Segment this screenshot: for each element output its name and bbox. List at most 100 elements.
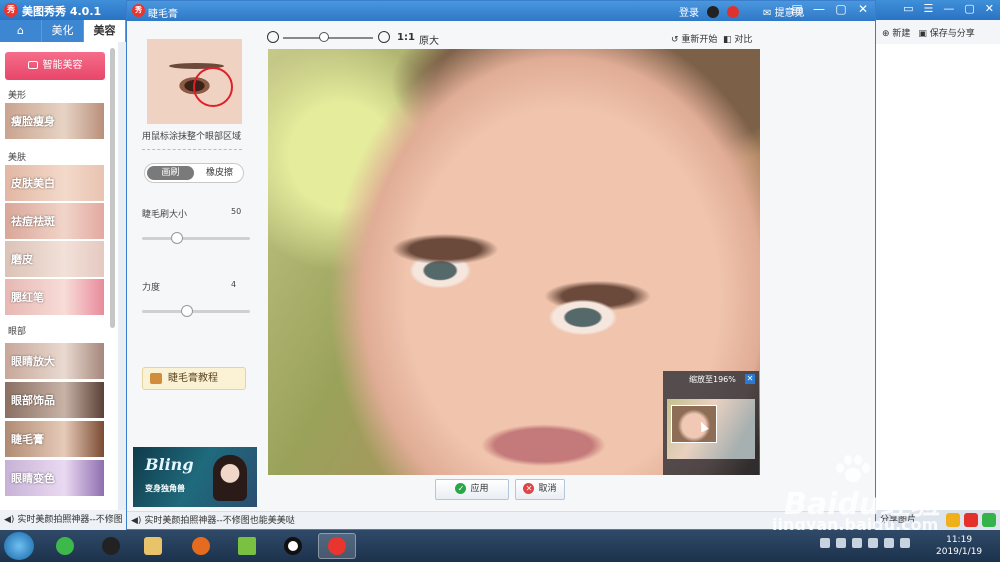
dialog-status-text[interactable]: 实时美颜拍照神器--不修图也能美美哒 xyxy=(144,516,295,526)
cancel-label: 取消 xyxy=(538,484,557,494)
feature-eye-accessory[interactable]: 眼部饰品 xyxy=(5,382,104,419)
eraser-mode-button[interactable]: 橡皮擦 xyxy=(196,164,243,182)
compare-label: 对比 xyxy=(734,35,753,45)
cancel-x-icon: ✕ xyxy=(523,483,535,494)
right-panel xyxy=(876,44,1000,510)
tutorial-label: 睫毛膏教程 xyxy=(168,373,218,384)
tray-volume-icon[interactable] xyxy=(900,538,910,548)
brush-size-label: 睫毛刷大小 xyxy=(142,210,188,220)
tray-network-icon[interactable] xyxy=(884,538,894,548)
weibo-login-icon[interactable] xyxy=(727,5,739,18)
tab-beauty[interactable]: 美容 xyxy=(84,20,126,42)
taskbar-360-icon[interactable] xyxy=(46,533,84,559)
actual-size-button[interactable]: 1:1 xyxy=(397,32,415,43)
apply-label: 应用 xyxy=(470,484,489,494)
cancel-button[interactable]: ✕ 取消 xyxy=(515,479,565,500)
baidu-watermark: Baidu经验 jingyan.baidu.com xyxy=(766,455,996,535)
apply-button[interactable]: ✓ 应用 xyxy=(435,479,509,500)
tab-home[interactable]: ⌂ xyxy=(0,20,42,42)
feature-eye-color[interactable]: 眼睛变色 xyxy=(5,460,104,497)
taskbar-explorer-icon[interactable] xyxy=(134,533,172,559)
compare-button[interactable]: ◧ 对比 xyxy=(723,32,752,45)
dialog-maximize-icon[interactable]: ▢ xyxy=(833,2,849,16)
ad-subtitle: 变身独角兽 xyxy=(145,484,185,493)
taskbar-meitu-icon[interactable] xyxy=(318,533,356,559)
smart-beauty-button[interactable]: 智能美容 xyxy=(5,52,105,80)
instruction-text: 用鼠标涂抹整个眼部区域 xyxy=(142,132,242,142)
brush-size-slider[interactable] xyxy=(142,232,250,244)
tutorial-box-icon xyxy=(150,373,162,384)
check-icon: ✓ xyxy=(455,483,467,494)
feature-slim-face[interactable]: 瘦脸瘦身 xyxy=(5,103,104,140)
restart-label: 重新开始 xyxy=(681,35,718,45)
clock-date: 2019/1/19 xyxy=(936,547,983,557)
eye-example-image xyxy=(147,39,242,124)
home-icon: ⌂ xyxy=(17,24,24,37)
feature-eye-enlarge[interactable]: 眼睛放大 xyxy=(5,343,104,380)
dialog-menu-icon[interactable]: ▤ xyxy=(789,2,805,16)
tray-flag-icon[interactable] xyxy=(852,538,862,548)
dialog-window-controls: ▤ — ▢ ✕ xyxy=(789,2,871,16)
zoom-in-icon[interactable] xyxy=(378,31,390,43)
divider xyxy=(142,149,242,150)
brush-mode-button[interactable]: 画刷 xyxy=(147,166,194,180)
canvas-toolbar: 1:1 原大 ↺ 重新开始 ◧ 对比 xyxy=(263,29,759,49)
brush-size-knob[interactable] xyxy=(171,232,184,244)
feature-blush[interactable]: 腮红笔 xyxy=(5,279,104,316)
tray-person-icon[interactable] xyxy=(868,538,878,548)
minimap-close-icon[interactable]: ✕ xyxy=(745,374,755,384)
ad-title: Bling xyxy=(145,455,194,474)
tray-keyboard-icon[interactable] xyxy=(820,538,830,548)
mascara-dialog: 秀 睫毛膏 登录 ✉ 提意见 ▤ — ▢ ✕ 用鼠标涂抹整个眼部区域 画刷 橡皮… xyxy=(126,0,876,530)
dialog-title-bar: 秀 睫毛膏 登录 ✉ 提意见 ▤ — ▢ ✕ xyxy=(127,1,875,21)
dialog-speaker-icon: ◀) xyxy=(131,516,142,526)
taskbar-record-icon[interactable] xyxy=(274,533,312,559)
maximize-icon[interactable]: ▢ xyxy=(964,2,974,15)
feature-skin-whitening[interactable]: 皮肤美白 xyxy=(5,165,104,202)
save-share-label: 保存与分享 xyxy=(929,28,975,39)
tab-beautify[interactable]: 美化 xyxy=(42,20,84,42)
zoom-out-icon[interactable] xyxy=(267,31,279,43)
navigator-minimap: 缩放至196% ✕ xyxy=(663,371,759,475)
new-button[interactable]: ⊕ 新建 xyxy=(882,26,910,39)
taskbar-firefox-icon[interactable] xyxy=(182,533,220,559)
camera-icon xyxy=(27,61,38,69)
left-scrollbar[interactable] xyxy=(110,48,115,328)
skin-icon[interactable]: ▭ xyxy=(903,2,913,15)
main-status-text[interactable]: 实时美颜拍照神器--不修图 xyxy=(17,515,123,525)
start-button[interactable] xyxy=(4,532,34,560)
strength-slider[interactable] xyxy=(142,305,250,317)
system-clock[interactable]: 11:19 2019/1/19 xyxy=(936,534,982,558)
feature-mascara[interactable]: 睫毛膏 xyxy=(5,421,104,458)
original-size-label[interactable]: 原大 xyxy=(419,32,439,47)
feature-acne-removal[interactable]: 祛痘祛斑 xyxy=(5,203,104,240)
zoom-slider-knob[interactable] xyxy=(319,32,329,42)
ad-banner[interactable]: Bling 变身独角兽 xyxy=(133,447,257,507)
minimap-viewport[interactable] xyxy=(671,405,717,443)
tray-arrow-icon[interactable] xyxy=(836,538,846,548)
dialog-title: 睫毛膏 xyxy=(148,9,178,20)
app-title: 美图秀秀 4.0.1 xyxy=(22,5,102,18)
minimize-icon[interactable]: — xyxy=(943,2,954,15)
qq-icon[interactable] xyxy=(707,5,719,18)
brush-size-value: 50 xyxy=(231,207,242,216)
strength-knob[interactable] xyxy=(180,305,193,317)
dialog-minimize-icon[interactable]: — xyxy=(811,2,827,16)
main-window-controls: ▭ ☰ — ▢ ✕ xyxy=(903,2,994,15)
menu-icon[interactable]: ☰ xyxy=(924,2,934,15)
main-status-bar: ◀) 实时美颜拍照神器--不修图 xyxy=(0,510,126,530)
category-eye: 眼部 xyxy=(8,327,27,337)
restart-button[interactable]: ↺ 重新开始 xyxy=(671,32,717,45)
taskbar-player-icon[interactable] xyxy=(228,533,266,559)
login-link[interactable]: 登录 xyxy=(679,4,699,19)
dialog-close-icon[interactable]: ✕ xyxy=(855,2,871,16)
mascara-tutorial-button[interactable]: 睫毛膏教程 xyxy=(142,367,246,390)
mode-toggle: 画刷 橡皮擦 xyxy=(144,163,244,183)
app-logo-icon: 秀 xyxy=(4,3,18,17)
close-icon[interactable]: ✕ xyxy=(985,2,994,15)
save-share-button[interactable]: ▣ 保存与分享 xyxy=(918,26,974,39)
windows-taskbar: 11:19 2019/1/19 xyxy=(0,530,1000,562)
right-toolbar: ⊕ 新建 ▣ 保存与分享 xyxy=(876,20,1000,44)
feature-smoothing[interactable]: 磨皮 xyxy=(5,241,104,278)
taskbar-qq-icon[interactable] xyxy=(92,533,130,559)
